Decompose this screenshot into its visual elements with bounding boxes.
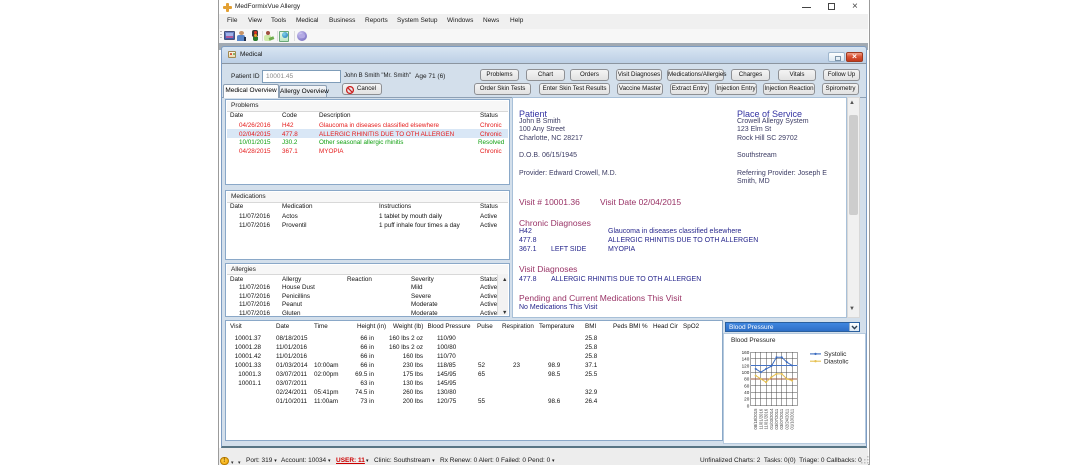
svg-text:140: 140: [742, 356, 750, 361]
svg-text:01/10/2011: 01/10/2011: [790, 408, 795, 429]
svg-text:80: 80: [744, 376, 750, 381]
svg-text:60: 60: [744, 383, 750, 388]
svg-text:Systolic: Systolic: [824, 351, 847, 358]
svg-text:120: 120: [742, 363, 750, 368]
svg-text:0: 0: [747, 403, 750, 408]
svg-text:40: 40: [744, 390, 750, 395]
svg-text:20: 20: [744, 396, 750, 401]
svg-text:Diastolic: Diastolic: [824, 358, 849, 365]
svg-text:160: 160: [742, 350, 750, 355]
svg-text:100: 100: [742, 370, 750, 375]
